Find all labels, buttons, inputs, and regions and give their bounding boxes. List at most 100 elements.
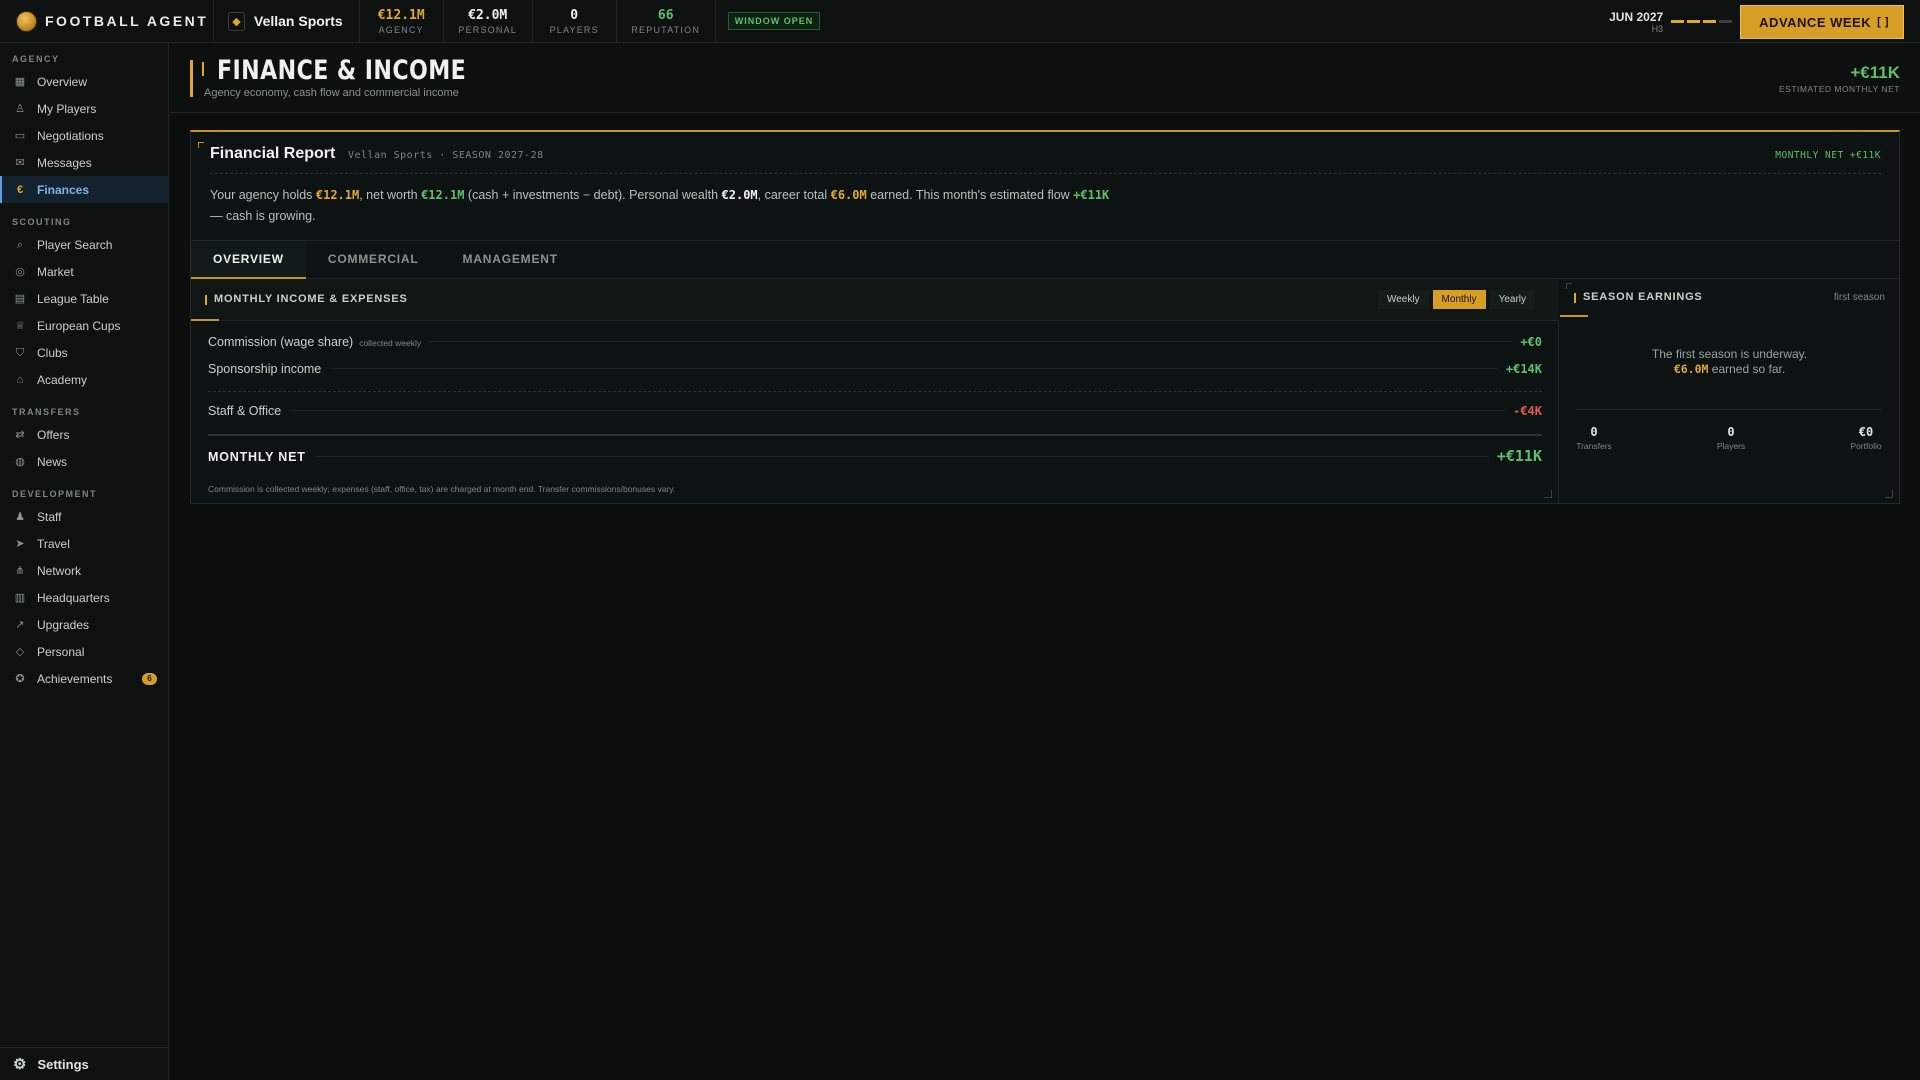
window-status-badge: WINDOW OPEN: [727, 12, 821, 30]
stat-label: PERSONAL: [458, 24, 518, 35]
estimated-monthly-net: +€11K ESTIMATED MONTHLY NET: [1779, 63, 1900, 94]
period-weekly-button[interactable]: Weekly: [1377, 290, 1429, 309]
season-stat-players: 0 Players: [1701, 425, 1761, 451]
sidebar-item-finances[interactable]: € Finances: [0, 176, 168, 203]
sidebar-item-messages[interactable]: ✉ Messages: [0, 149, 168, 176]
sidebar-item-label: Headquarters: [37, 590, 110, 605]
season-stat-label: Players: [1716, 441, 1746, 451]
stat-label: REPUTATION: [631, 24, 701, 35]
stat-label: AGENCY: [378, 24, 424, 35]
sidebar-section-agency: AGENCY: [12, 54, 60, 64]
tab-commercial[interactable]: COMMERCIAL: [306, 241, 441, 278]
page-title: FINANCE & INCOME: [217, 55, 467, 86]
summary-personal-value: €2.0M: [721, 188, 758, 202]
stat-personal: €2.0M PERSONAL: [444, 0, 533, 43]
sidebar-item-staff[interactable]: ♟ Staff: [0, 503, 168, 530]
sidebar-item-european-cups[interactable]: ♕ European Cups: [0, 312, 168, 339]
season-earnings-title: SEASON EARNINGS: [1583, 291, 1703, 303]
advance-week-button[interactable]: ADVANCE WEEK [ ]: [1740, 4, 1904, 39]
summary-flow-value: +€11K: [1073, 188, 1110, 202]
sidebar-item-label: News: [37, 454, 68, 469]
monthly-net-tag: MONTHLY NET +€11K: [1775, 150, 1881, 161]
globe-icon: ◍: [15, 455, 25, 468]
bracket-icon: [ ]: [1877, 16, 1889, 28]
row-label: Commission (wage share): [208, 335, 354, 349]
sidebar-item-label: Player Search: [37, 237, 113, 252]
sidebar-item-personal[interactable]: ◇ Personal: [0, 638, 168, 665]
sidebar-item-market[interactable]: ◎ Market: [0, 258, 168, 285]
season-stat-transfers: 0 Transfers: [1564, 425, 1624, 451]
page-header: FINANCE & INCOME Agency economy, cash fl…: [170, 43, 1920, 113]
sidebar-item-label: European Cups: [37, 318, 121, 333]
tab-overview[interactable]: OVERVIEW: [191, 241, 306, 279]
gear-icon: ⚙: [13, 1056, 27, 1073]
report-title: Financial Report: [210, 145, 336, 162]
search-icon: ⌕: [16, 238, 24, 251]
period-yearly-button[interactable]: Yearly: [1489, 290, 1535, 309]
medal-icon: ✪: [15, 672, 25, 685]
summary-networth-value: €12.1M: [421, 188, 465, 202]
sidebar-item-my-players[interactable]: ♙ My Players: [0, 95, 168, 122]
total-value: +€11K: [1496, 447, 1542, 465]
sidebar-item-label: Overview: [37, 74, 88, 89]
sidebar-section-transfers: TRANSFERS: [12, 407, 81, 417]
season-earned-value: €6.0M: [1673, 362, 1709, 376]
swap-icon: ⇄: [15, 428, 25, 441]
achievements-count-badge: 6: [142, 673, 157, 685]
shield-icon: ⛉: [15, 346, 25, 359]
game-date: JUN 2027 H3: [1609, 10, 1663, 34]
agency-name: Vellan Sports: [254, 13, 343, 29]
sidebar-item-label: Upgrades: [37, 617, 90, 632]
season-stat-label: Transfers: [1576, 441, 1612, 451]
period-monthly-button[interactable]: Monthly: [1432, 290, 1486, 309]
football-logo-icon: [16, 10, 37, 32]
page-subtitle: Agency economy, cash flow and commercial…: [204, 87, 459, 99]
building-icon: ▥: [14, 591, 26, 604]
sidebar-item-academy[interactable]: ⌂ Academy: [0, 366, 168, 393]
agency-switcher[interactable]: ◆ Vellan Sports: [214, 0, 359, 43]
report-tabs: OVERVIEW COMMERCIAL MANAGEMENT: [191, 240, 1899, 279]
sidebar-item-negotiations[interactable]: ▭ Negotiations: [0, 122, 168, 149]
monthly-net-total-row: MONTHLY NET +€11K: [208, 447, 1542, 467]
stat-value: €2.0M: [468, 7, 508, 23]
sidebar-item-travel[interactable]: ➤ Travel: [0, 530, 168, 557]
mail-icon: ✉: [15, 156, 25, 169]
advance-week-label: ADVANCE WEEK: [1759, 14, 1872, 30]
sidebar-item-news[interactable]: ◍ News: [0, 448, 168, 475]
date-month: JUN 2027: [1609, 9, 1664, 24]
season-stat-value: 0: [1590, 425, 1598, 439]
settings-button[interactable]: ⚙ Settings: [0, 1047, 169, 1080]
week-progress: [1671, 20, 1733, 23]
sidebar: AGENCY ▦ Overview ♙ My Players ▭ Negotiatio…: [0, 43, 169, 1080]
sidebar-item-offers[interactable]: ⇄ Offers: [0, 421, 168, 448]
team-icon: ♟: [15, 510, 25, 523]
tab-management[interactable]: MANAGEMENT: [441, 241, 580, 278]
total-label: MONTHLY NET: [208, 450, 306, 464]
grid-icon: ▦: [14, 75, 26, 88]
shield-icon: ◆: [228, 11, 245, 31]
settings-label: Settings: [37, 1056, 89, 1072]
sidebar-item-overview[interactable]: ▦ Overview: [0, 68, 168, 95]
top-bar: FOOTBALL AGENT ◆ Vellan Sports €12.1M AG…: [0, 0, 1920, 43]
brand-name: FOOTBALL AGENT: [45, 13, 209, 29]
broadcast-icon: ◎: [15, 265, 25, 278]
income-row-sponsorship: Sponsorship income +€14K: [208, 362, 1542, 382]
stat-players: 0 PLAYERS: [533, 0, 617, 43]
season-stat-label: Portfolio: [1850, 441, 1882, 451]
brand[interactable]: FOOTBALL AGENT: [0, 0, 213, 43]
row-label: Staff & Office: [208, 404, 282, 418]
season-stat-portfolio: €0 Portfolio: [1836, 425, 1896, 451]
sidebar-item-network[interactable]: ⋔ Network: [0, 557, 168, 584]
sidebar-item-label: Travel: [37, 536, 70, 551]
season-message: The first season is underway. €6.0M earn…: [1560, 347, 1899, 377]
sidebar-item-player-search[interactable]: ⌕ Player Search: [0, 231, 168, 258]
season-stat-value: 0: [1727, 425, 1735, 439]
row-label: Sponsorship income: [208, 362, 322, 376]
sidebar-item-upgrades[interactable]: ↗ Upgrades: [0, 611, 168, 638]
sidebar-item-headquarters[interactable]: ▥ Headquarters: [0, 584, 168, 611]
monthly-income-panel: MONTHLY INCOME & EXPENSES Weekly Monthly…: [191, 279, 1559, 504]
sidebar-item-league-table[interactable]: ▤ League Table: [0, 285, 168, 312]
sidebar-item-achievements[interactable]: ✪ Achievements 6: [0, 665, 168, 692]
sidebar-item-clubs[interactable]: ⛉ Clubs: [0, 339, 168, 366]
date-half: H3: [1651, 23, 1664, 34]
